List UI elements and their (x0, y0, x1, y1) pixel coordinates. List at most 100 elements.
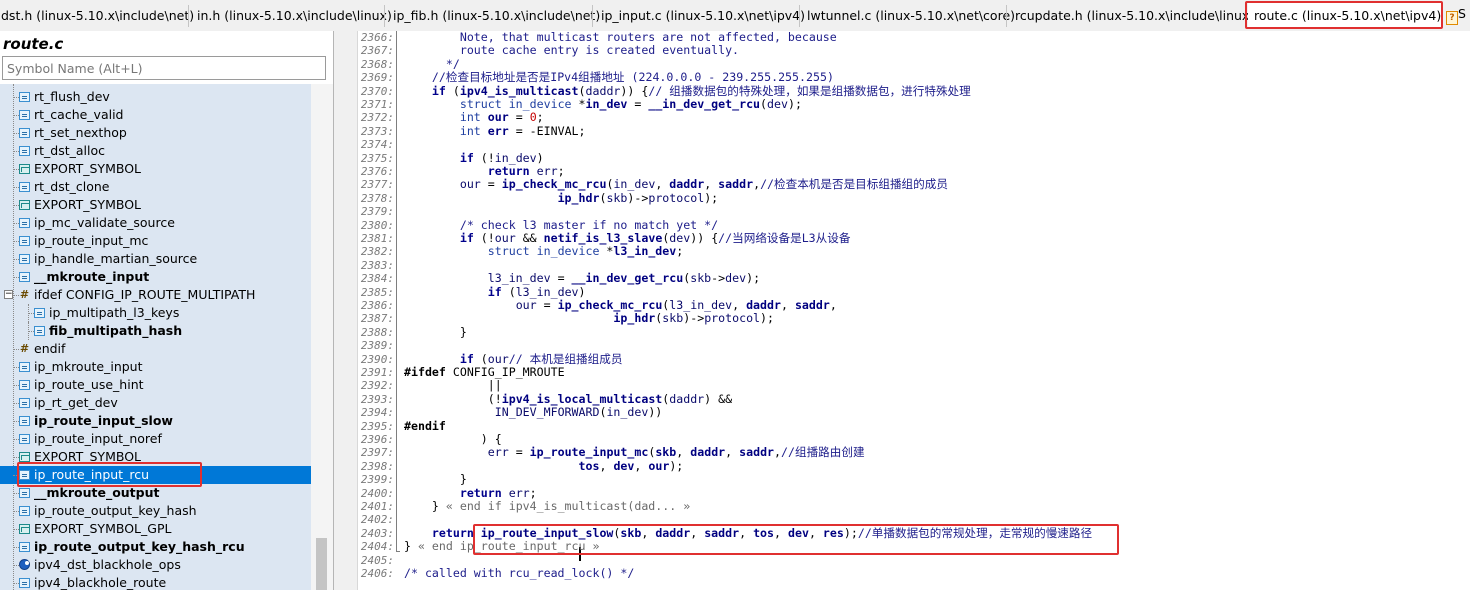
code-token: , (641, 525, 656, 540)
symbol-item[interactable]: ip_mkroute_input (0, 358, 311, 376)
tab-lwtunnel-c[interactable]: lwtunnel.c (linux-5.10.x\net\core) (806, 3, 1015, 28)
code-line[interactable]: our = ip_check_mc_rcu(in_dev, daddr, sad… (404, 178, 948, 191)
code-line[interactable]: struct in_device *l3_in_dev; (404, 245, 683, 258)
code-line[interactable]: return ip_route_input_slow(skb, daddr, s… (404, 525, 1092, 540)
code-line[interactable]: if (!our && netif_is_l3_slave(dev)) {//当… (404, 232, 851, 245)
symbol-item[interactable]: __mkroute_output (0, 484, 311, 502)
symbol-item[interactable]: EXPORT_SYMBOL (0, 448, 311, 466)
code-line[interactable]: l3_in_dev = __in_dev_get_rcu(skb->dev); (404, 272, 760, 285)
symbol-item[interactable]: ip_route_input_noref (0, 430, 311, 448)
code-line[interactable]: ip_hdr(skb)->protocol); (404, 191, 719, 205)
code-token: dev (725, 271, 747, 286)
code-line[interactable]: || (404, 379, 502, 392)
code-token: ); (787, 97, 802, 111)
tab-rcupdate-h[interactable]: rcupdate.h (linux-5.10.x\include\linux) (1014, 3, 1254, 28)
code-line[interactable]: } (404, 325, 467, 339)
code-line[interactable]: int err = -EINVAL; (404, 124, 586, 138)
symbol-item[interactable]: EXPORT_SYMBOL (0, 196, 311, 214)
code-line[interactable]: struct in_device *in_dev = __in_dev_get_… (404, 98, 802, 111)
symbol-item[interactable]: ip_mc_validate_source (0, 214, 311, 232)
collapse-toggle-icon[interactable]: − (4, 290, 13, 299)
tab-ip-fib-h[interactable]: ip_fib.h (linux-5.10.x\include\net) (392, 3, 600, 28)
symbol-tree-scrollbar[interactable] (311, 84, 333, 590)
symbol-item-label: ip_multipath_l3_keys (49, 305, 180, 320)
symbol-item[interactable]: ipv4_dst_blackhole_ops (0, 556, 311, 574)
code-token: ; (557, 164, 565, 178)
code-line[interactable]: if (ipv4_is_multicast(daddr)) {// 组播数据包的… (404, 83, 971, 98)
symbol-item[interactable]: ip_rt_get_dev (0, 394, 311, 412)
symbol-item[interactable]: ipv4_blackhole_route (0, 574, 311, 590)
symbol-item[interactable]: rt_cache_valid (0, 106, 311, 124)
tab-dst-h[interactable]: dst.h (linux-5.10.x\include\net) (0, 3, 194, 28)
code-line[interactable]: } « end ip_route_input_rcu » (404, 540, 599, 553)
code-line[interactable]: return err; (404, 165, 565, 178)
line-number: 2400: (360, 486, 394, 500)
symbol-item[interactable]: EXPORT_SYMBOL (0, 160, 311, 178)
symbol-item[interactable]: # endif (0, 340, 311, 358)
symbol-item[interactable]: ip_route_output_key_hash (0, 502, 311, 520)
code-line[interactable]: if (our// 本机是组播组成员 (404, 351, 623, 366)
symbol-item[interactable]: ip_route_use_hint (0, 376, 311, 394)
code-line[interactable]: our = ip_check_mc_rcu(l3_in_dev, daddr, … (404, 299, 837, 312)
code-line[interactable]: if (!in_dev) (404, 150, 544, 165)
code-token: if (459, 150, 474, 165)
code-line[interactable]: ) { (404, 433, 502, 446)
code-line[interactable]: tos, dev, our); (404, 459, 684, 473)
tab-route-c[interactable]: route.c (linux-5.10.x\net\ipv4)✕ (1248, 3, 1455, 28)
code-line[interactable]: int our = 0; (404, 111, 544, 124)
symbol-item[interactable]: ip_route_output_key_hash_rcu (0, 538, 311, 556)
code-token: /* check l3 master if no match yet */ (459, 217, 719, 232)
symbol-item[interactable]: rt_set_nexthop (0, 124, 311, 142)
line-number: 2384: (360, 272, 394, 286)
code-line[interactable]: } « end if ipv4_is_multicast(dad... » (404, 500, 690, 513)
symbol-item[interactable]: ip_route_input_rcu (0, 466, 311, 484)
code-line[interactable]: //检查目标地址是否是IPv4组播地址 (224.0.0.0 - 239.255… (404, 71, 834, 84)
symbol-item[interactable]: ip_multipath_l3_keys (0, 304, 311, 322)
code-line[interactable]: Note, that multicast routers are not aff… (404, 31, 837, 44)
macro-icon (19, 200, 30, 210)
code-line[interactable]: } (404, 473, 467, 486)
code-line[interactable]: if (l3_in_dev) (404, 284, 586, 299)
tab-label: in.h (linux-5.10.x\include\linux) (197, 8, 392, 23)
tab-label: lwtunnel.c (linux-5.10.x\net\core) (807, 8, 1016, 23)
code-line[interactable]: ip_hdr(skb)->protocol); (404, 312, 774, 325)
code-editor[interactable]: 2366: Note, that multicast routers are n… (334, 31, 1470, 590)
code-line[interactable]: route cache entry is created eventually. (404, 44, 739, 57)
code-line[interactable]: /* check l3 master if no match yet */ (404, 217, 719, 232)
symbol-item[interactable]: rt_dst_alloc (0, 142, 311, 160)
code-line[interactable]: err = ip_route_input_mc(skb, daddr, sadd… (404, 446, 865, 459)
tab-overflow[interactable]: ? S (1446, 6, 1466, 25)
symbol-search-input[interactable] (2, 56, 326, 80)
symbol-item[interactable]: ip_handle_martian_source (0, 250, 311, 268)
tab-in-h[interactable]: in.h (linux-5.10.x\include\linux) (196, 3, 392, 28)
symbol-item[interactable]: rt_dst_clone (0, 178, 311, 196)
code-token: , (774, 445, 782, 460)
code-token: in_dev (585, 97, 628, 111)
code-token: ( (473, 351, 488, 366)
symbol-item[interactable]: __mkroute_input (0, 268, 311, 286)
fold-summary: « end if ipv4_is_multicast(dad... » (445, 499, 691, 513)
symbol-item[interactable]: EXPORT_SYMBOL_GPL (0, 520, 311, 538)
code-line[interactable]: IN_DEV_MFORWARD(in_dev)) (404, 406, 663, 419)
symbol-item-label: rt_flush_dev (34, 89, 110, 104)
code-token: || (404, 378, 502, 393)
symbol-item[interactable]: ip_route_input_slow (0, 412, 311, 430)
code-token: ipv4_is_multicast (459, 83, 579, 98)
code-line[interactable]: /* called with rcu_read_lock() */ (404, 567, 634, 580)
code-line[interactable]: return err; (404, 486, 537, 500)
code-token: ) (578, 284, 586, 299)
code-line[interactable]: (!ipv4_is_local_multicast(daddr) && (404, 392, 732, 406)
code-line[interactable]: #ifdef CONFIG_IP_MROUTE (404, 366, 565, 379)
scrollbar-thumb[interactable] (316, 538, 327, 590)
symbol-item[interactable]: fib_multipath_hash (0, 322, 311, 340)
symbol-item[interactable]: ip_route_input_mc (0, 232, 311, 250)
code-line[interactable]: */ (404, 57, 460, 71)
tab-ip-input-c[interactable]: ip_input.c (linux-5.10.x\net\ipv4) (600, 3, 805, 28)
symbol-item[interactable]: rt_flush_dev (0, 88, 311, 106)
code-token: __in_dev_get_rcu (571, 271, 684, 286)
symbol-item[interactable]: − # ifdef CONFIG_IP_ROUTE_MULTIPATH (0, 286, 311, 304)
code-token: ( (578, 83, 586, 98)
code-token: } (404, 539, 418, 554)
code-line[interactable]: #endif (404, 419, 446, 433)
